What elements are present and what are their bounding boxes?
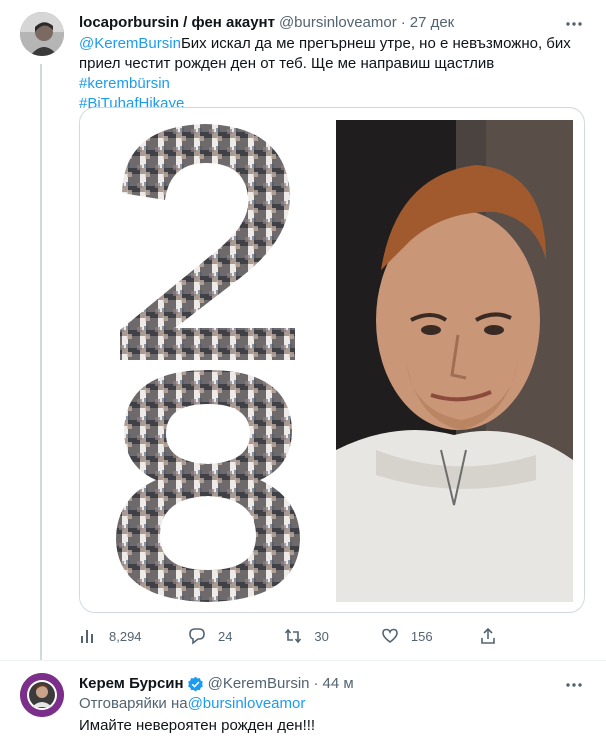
replying-to: Отговаряйки на@bursinloveamor — [79, 694, 586, 714]
retweet-icon — [285, 628, 302, 644]
verified-icon — [187, 676, 203, 691]
tweet-text-line2: приел честит рожден ден от теб. Ще ме на… — [79, 55, 495, 72]
tweet-actions: 8,294 24 30 156 — [79, 625, 509, 647]
tweet-header: Керем Бурсин @KeremBursin · 44 м — [79, 674, 566, 694]
share-button[interactable] — [479, 625, 509, 647]
avatar[interactable] — [20, 12, 64, 56]
views-button[interactable]: 8,294 — [79, 625, 142, 647]
tweet-text-line1: Бих искал да ме прегърнеш утре, но е нев… — [180, 35, 571, 52]
portrait-photo[interactable] — [336, 120, 573, 602]
tweet-text: Имайте невероятен рожден ден!!! — [79, 717, 316, 734]
retweet-count: 30 — [314, 628, 329, 644]
separator-dot: · — [313, 675, 319, 692]
like-count: 156 — [410, 628, 433, 644]
hashtag-link[interactable]: #kerembürsin — [79, 75, 170, 92]
like-icon — [382, 628, 398, 643]
more-icon[interactable] — [564, 14, 584, 34]
user-handle[interactable]: @KeremBursin — [208, 674, 310, 694]
timestamp[interactable]: 27 дек — [410, 13, 455, 33]
views-count: 8,294 — [109, 628, 142, 644]
like-button[interactable]: 156 — [381, 625, 433, 647]
views-icon — [81, 630, 93, 643]
share-icon — [481, 627, 495, 644]
tweet-media[interactable] — [79, 107, 585, 613]
replying-to-link[interactable]: @bursinloveamor — [188, 695, 306, 712]
tweet-text: @KeremBursinБих искал да ме прегърнеш ут… — [79, 34, 586, 114]
more-icon[interactable] — [564, 675, 584, 695]
mention-link[interactable]: @KeremBursin — [79, 35, 181, 52]
timestamp[interactable]: 44 м — [323, 674, 354, 694]
user-handle[interactable]: @bursinloveamor — [279, 13, 397, 33]
replying-to-label: Отговаряйки на — [79, 695, 188, 712]
tweet-fan-account[interactable]: locaporbursin / фен акаунт @bursinloveam… — [0, 0, 606, 660]
reply-icon — [189, 628, 205, 645]
number-collage-image[interactable] — [80, 108, 336, 612]
reply-button[interactable]: 24 — [188, 625, 238, 647]
reply-count: 24 — [217, 628, 233, 644]
retweet-button[interactable]: 30 — [284, 625, 334, 647]
display-name[interactable]: locaporbursin / фен акаунт — [79, 13, 275, 33]
tweet-reply-kerem[interactable]: Керем Бурсин @KeremBursin · 44 м Отговар… — [0, 660, 606, 741]
tweet-header: locaporbursin / фен акаунт @bursinloveam… — [79, 13, 566, 33]
avatar[interactable] — [20, 673, 64, 717]
display-name[interactable]: Керем Бурсин — [79, 674, 184, 694]
separator-dot: · — [400, 14, 406, 31]
